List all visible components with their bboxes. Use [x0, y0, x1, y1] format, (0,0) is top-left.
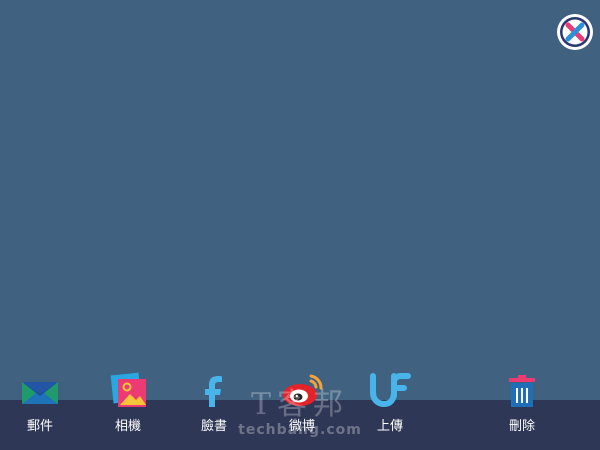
share-weibo-button[interactable]: 微博 [270, 368, 334, 440]
photos-icon [96, 368, 160, 416]
share-facebook-label: 臉書 [200, 419, 227, 434]
trash-icon [490, 368, 554, 416]
share-camera-button[interactable]: 相機 [96, 368, 160, 440]
share-weibo-label: 微博 [288, 419, 315, 434]
share-facebook-button[interactable]: 臉書 [182, 368, 246, 440]
share-upload-label: 上傳 [376, 419, 403, 434]
share-camera-label: 相機 [114, 419, 141, 434]
share-mail-button[interactable]: 郵件 [8, 368, 72, 440]
close-button[interactable] [556, 13, 594, 51]
share-delete-label: 刪除 [508, 419, 535, 434]
mail-icon [8, 368, 72, 416]
share-upload-button[interactable]: 上傳 [358, 368, 422, 440]
weibo-icon [270, 368, 334, 416]
share-mail-label: 郵件 [26, 419, 53, 434]
facebook-icon [182, 368, 246, 416]
upload-icon [358, 368, 422, 416]
close-icon [557, 14, 593, 50]
share-delete-button[interactable]: 刪除 [490, 368, 554, 440]
